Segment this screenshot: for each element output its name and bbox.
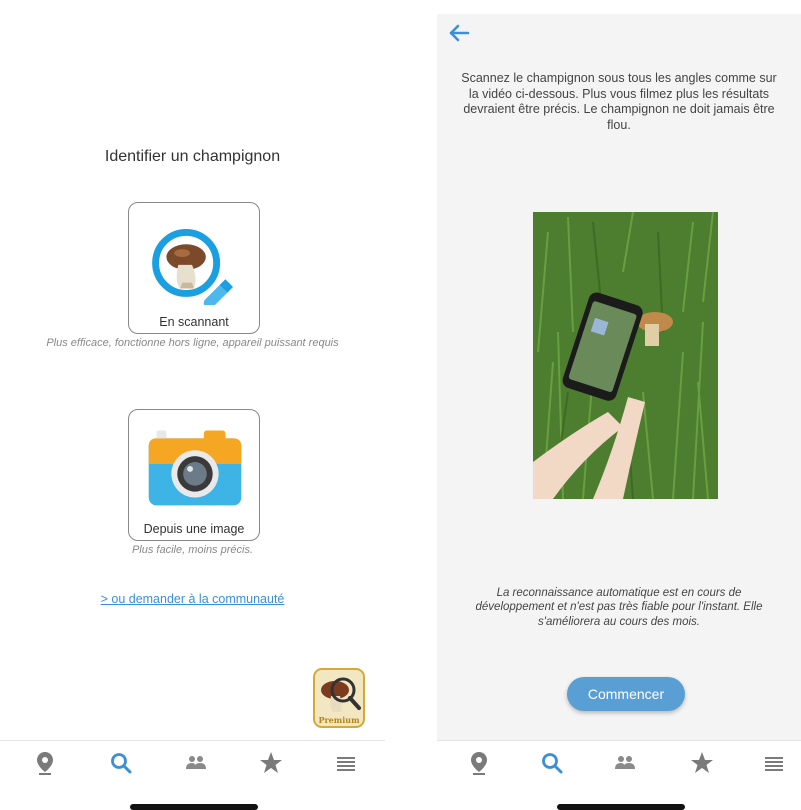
page-title: Identifier un champignon <box>104 148 281 165</box>
premium-badge[interactable]: Premium <box>313 668 365 728</box>
tab-community[interactable] <box>611 749 639 777</box>
search-icon <box>111 753 132 774</box>
star-icon <box>691 752 713 773</box>
tab-map[interactable] <box>465 749 493 777</box>
identify-screen: Identifier un champignon En scannant Plu… <box>0 0 385 810</box>
home-indicator <box>557 804 685 810</box>
image-option-button[interactable]: Depuis une image <box>128 409 260 541</box>
back-arrow-icon <box>449 24 470 42</box>
premium-label: Premium <box>318 715 360 725</box>
scan-instructions: Scannez le champignon sous tous les angl… <box>461 71 777 132</box>
tab-menu[interactable] <box>332 749 360 777</box>
tab-identify[interactable] <box>107 749 135 777</box>
community-icon <box>186 756 206 769</box>
tab-map[interactable] <box>31 749 59 777</box>
recognition-disclaimer: La reconnaissance automatique est en cou… <box>475 587 763 628</box>
search-icon <box>542 753 563 774</box>
image-option-subtext: Plus facile, moins précis. <box>131 544 254 556</box>
tutorial-video[interactable] <box>533 212 718 499</box>
tab-bar <box>0 740 385 791</box>
magnifier-mushroom-icon <box>152 228 234 305</box>
menu-icon <box>765 757 783 771</box>
community-icon <box>615 756 635 769</box>
tab-identify[interactable] <box>538 749 566 777</box>
camera-icon <box>148 430 242 506</box>
image-option-label: Depuis une image <box>143 522 245 536</box>
back-button[interactable] <box>447 22 471 44</box>
star-icon <box>260 752 282 773</box>
tab-community[interactable] <box>182 749 210 777</box>
tab-menu[interactable] <box>760 749 788 777</box>
community-link[interactable]: > ou demander à la communauté <box>0 592 385 606</box>
map-pin-icon <box>37 752 53 775</box>
scan-intro-screen: Scannez le champignon sous tous les angl… <box>437 0 801 810</box>
scan-option-button[interactable]: En scannant <box>128 202 260 334</box>
start-button[interactable]: Commencer <box>567 677 685 711</box>
tab-favorites[interactable] <box>688 749 716 777</box>
tab-favorites[interactable] <box>257 749 285 777</box>
video-frame-image <box>533 212 718 499</box>
tab-bar <box>437 740 801 791</box>
home-indicator <box>130 804 258 810</box>
scan-option-subtext: Plus efficace, fonctionne hors ligne, ap… <box>46 337 339 349</box>
scan-option-label: En scannant <box>159 315 229 329</box>
menu-icon <box>337 757 355 771</box>
map-pin-icon <box>471 752 487 775</box>
